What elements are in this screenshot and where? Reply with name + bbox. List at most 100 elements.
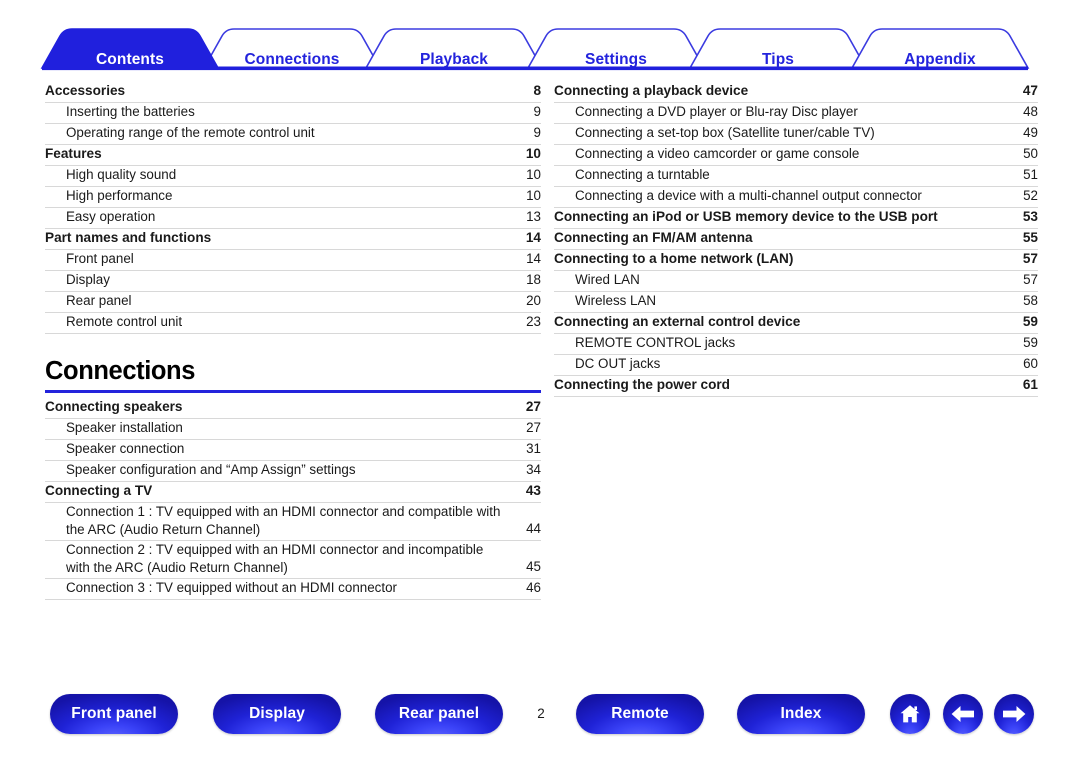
tab-baseline bbox=[42, 66, 1028, 71]
footer-button-label: Front panel bbox=[71, 705, 157, 722]
toc-entry-title: Connection 1 : TV equipped with an HDMI … bbox=[66, 504, 501, 537]
toc-row[interactable]: DC OUT jacks 60 bbox=[554, 355, 1038, 376]
toc-row[interactable]: Inserting the batteries 9 bbox=[45, 103, 541, 124]
toc-row[interactable]: Connecting the power cord 61 bbox=[554, 376, 1038, 397]
toc-row[interactable]: Remote control unit 23 bbox=[45, 313, 541, 334]
toc-row[interactable]: Speaker installation 27 bbox=[45, 419, 541, 440]
tab-label-contents[interactable]: Contents bbox=[96, 51, 164, 69]
toc-row[interactable]: Wired LAN 57 bbox=[554, 271, 1038, 292]
toc-entry-page: 23 bbox=[526, 314, 541, 329]
toc-row[interactable]: Connecting to a home network (LAN) 57 bbox=[554, 250, 1038, 271]
toc-row[interactable]: Display 18 bbox=[45, 271, 541, 292]
toc-row[interactable]: Operating range of the remote control un… bbox=[45, 124, 541, 145]
toc-row[interactable]: Connecting a device with a multi-channel… bbox=[554, 187, 1038, 208]
toc-entry-page: 55 bbox=[1022, 230, 1038, 245]
toc-row[interactable]: High performance 10 bbox=[45, 187, 541, 208]
toc-row[interactable]: Connection 2 : TV equipped with an HDMI … bbox=[45, 541, 541, 579]
toc-entry-title: Connecting a set-top box (Satellite tune… bbox=[575, 125, 875, 140]
toc-row[interactable]: Features 10 bbox=[45, 145, 541, 166]
toc-entry-title: Easy operation bbox=[66, 209, 156, 224]
footer-button-index[interactable]: Index bbox=[737, 694, 865, 734]
toc-entry-page: 58 bbox=[1023, 293, 1038, 308]
toc-entry-title: Wired LAN bbox=[575, 272, 640, 287]
arrow-right-icon bbox=[1001, 704, 1027, 724]
toc-row[interactable]: Connecting a turntable 51 bbox=[554, 166, 1038, 187]
toc-row[interactable]: Speaker connection 31 bbox=[45, 440, 541, 461]
toc-entry-title: Speaker connection bbox=[66, 441, 185, 456]
toc-entry-page: 46 bbox=[526, 580, 541, 595]
toc-row[interactable]: Connecting a video camcorder or game con… bbox=[554, 145, 1038, 166]
toc-row[interactable]: Connecting a set-top box (Satellite tune… bbox=[554, 124, 1038, 145]
toc-entry-page: 57 bbox=[1023, 272, 1038, 287]
toc-entry-title: Part names and functions bbox=[45, 230, 212, 245]
toc-row[interactable]: Connecting an iPod or USB memory device … bbox=[554, 208, 1038, 229]
footer-button-display[interactable]: Display bbox=[213, 694, 341, 734]
toc-entry-page: 51 bbox=[1023, 167, 1038, 182]
toc-entry-title: Connecting an FM/AM antenna bbox=[554, 230, 753, 245]
toc-entry-page: 13 bbox=[526, 209, 541, 224]
toc-row[interactable]: Connecting a TV 43 bbox=[45, 482, 541, 503]
toc-entry-page: 57 bbox=[1022, 251, 1038, 266]
toc-entry-page: 10 bbox=[526, 188, 541, 203]
toc-row[interactable]: Connecting an external control device 59 bbox=[554, 313, 1038, 334]
tab-label-settings[interactable]: Settings bbox=[585, 51, 647, 69]
toc-entry-title: Connecting a TV bbox=[45, 483, 153, 498]
section-rule bbox=[45, 390, 541, 393]
toc-entry-title: Connecting a device with a multi-channel… bbox=[575, 188, 922, 203]
toc-row[interactable]: Connecting speakers 27 bbox=[45, 398, 541, 419]
toc-entry-page: 52 bbox=[1023, 188, 1038, 203]
toc-entry-page: 53 bbox=[1022, 209, 1038, 224]
toc-entry-page: 44 bbox=[526, 521, 541, 536]
tab-label-tips[interactable]: Tips bbox=[762, 51, 794, 69]
toc-entry-title: Connecting a DVD player or Blu-ray Disc … bbox=[575, 104, 858, 119]
home-icon bbox=[898, 702, 922, 726]
toc-entry-page: 27 bbox=[525, 399, 541, 414]
tab-label-connections[interactable]: Connections bbox=[245, 51, 340, 69]
toc-row[interactable]: Speaker configuration and “Amp Assign” s… bbox=[45, 461, 541, 482]
toc-entry-title: Speaker installation bbox=[66, 420, 183, 435]
toc-entry-page: 14 bbox=[525, 230, 541, 245]
toc-row[interactable]: Connecting a playback device 47 bbox=[554, 82, 1038, 103]
section-title-connections: Connections bbox=[45, 357, 196, 385]
tab-label-playback[interactable]: Playback bbox=[420, 51, 488, 69]
toc-list-contents: Accessories 8 Inserting the batteries 9 Oper… bbox=[45, 82, 541, 334]
toc-row[interactable]: Front panel 14 bbox=[45, 250, 541, 271]
toc-row[interactable]: Accessories 8 bbox=[45, 82, 541, 103]
toc-list-right: Connecting a playback device 47 Connecting… bbox=[554, 82, 1038, 397]
toc-entry-title: Wireless LAN bbox=[575, 293, 657, 308]
toc-entry-title: Connecting a video camcorder or game con… bbox=[575, 146, 860, 161]
toc-entry-title: Connecting an external control device bbox=[554, 314, 801, 329]
toc-row[interactable]: Connecting a DVD player or Blu-ray Disc … bbox=[554, 103, 1038, 124]
toc-entry-page: 48 bbox=[1023, 104, 1038, 119]
toc-entry-page: 61 bbox=[1022, 377, 1038, 392]
toc-entry-title: Connecting a playback device bbox=[554, 83, 749, 98]
toc-row[interactable]: Rear panel 20 bbox=[45, 292, 541, 313]
toc-row[interactable]: Part names and functions 14 bbox=[45, 229, 541, 250]
footer-button-remote[interactable]: Remote bbox=[576, 694, 704, 734]
toc-row[interactable]: Easy operation 13 bbox=[45, 208, 541, 229]
footer-button-rear-panel[interactable]: Rear panel bbox=[375, 694, 503, 734]
footer-arrow-right-icon-button[interactable] bbox=[994, 694, 1034, 734]
toc-entry-title: REMOTE CONTROL jacks bbox=[575, 335, 736, 350]
toc-entry-title: Connection 3 : TV equipped without an HD… bbox=[66, 580, 397, 595]
toc-entry-page: 14 bbox=[526, 251, 541, 266]
toc-entry-page: 34 bbox=[526, 462, 541, 477]
toc-entry-title: Front panel bbox=[66, 251, 134, 266]
toc-column-left: Accessories 8 Inserting the batteries 9 Oper… bbox=[45, 82, 541, 600]
toc-entry-title: DC OUT jacks bbox=[575, 356, 661, 371]
toc-entry-title: Display bbox=[66, 272, 110, 287]
toc-entry-title: Accessories bbox=[45, 83, 126, 98]
toc-entry-title: Operating range of the remote control un… bbox=[66, 125, 315, 140]
toc-row[interactable]: High quality sound 10 bbox=[45, 166, 541, 187]
toc-row[interactable]: REMOTE CONTROL jacks 59 bbox=[554, 334, 1038, 355]
toc-row[interactable]: Connection 1 : TV equipped with an HDMI … bbox=[45, 503, 541, 541]
footer-button-front-panel[interactable]: Front panel bbox=[50, 694, 178, 734]
footer-home-icon-button[interactable] bbox=[890, 694, 930, 734]
toc-row[interactable]: Connection 3 : TV equipped without an HD… bbox=[45, 579, 541, 600]
toc-entry-page: 9 bbox=[533, 125, 541, 140]
toc-entry-title: Connecting an iPod or USB memory device … bbox=[554, 209, 938, 224]
toc-row[interactable]: Connecting an FM/AM antenna 55 bbox=[554, 229, 1038, 250]
toc-row[interactable]: Wireless LAN 58 bbox=[554, 292, 1038, 313]
footer-arrow-left-icon-button[interactable] bbox=[943, 694, 983, 734]
tab-label-appendix[interactable]: Appendix bbox=[904, 51, 975, 69]
